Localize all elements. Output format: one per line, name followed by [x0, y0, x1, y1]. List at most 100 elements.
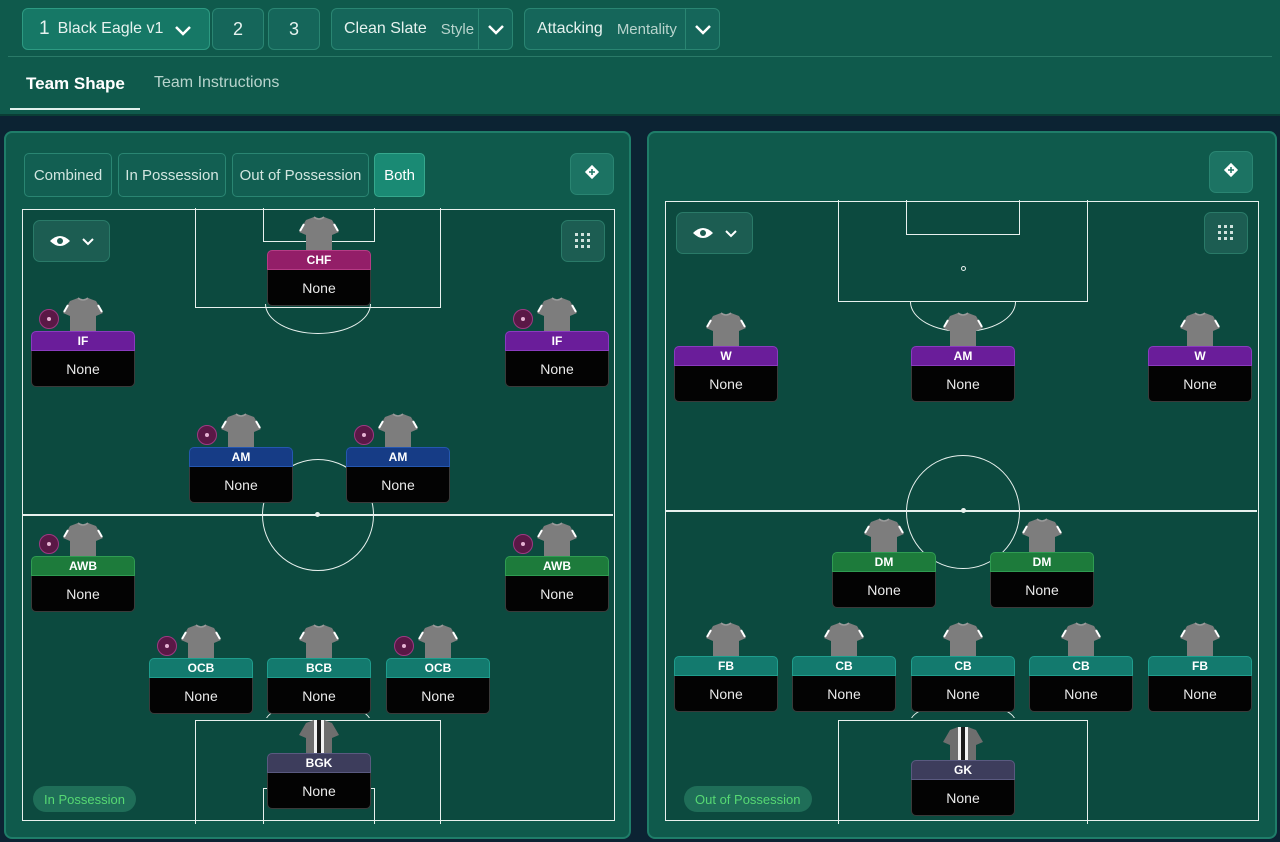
- view-toggle-button[interactable]: [33, 220, 110, 262]
- role-label[interactable]: IF: [505, 331, 609, 351]
- player-card-awb[interactable]: AWB None: [505, 522, 609, 636]
- player-card-am[interactable]: AM None: [346, 413, 450, 527]
- player-name[interactable]: None: [1148, 676, 1252, 712]
- segment-out-of-possession[interactable]: Out of Possession: [232, 153, 369, 197]
- player-card-cb[interactable]: CB None: [911, 622, 1015, 736]
- player-name[interactable]: None: [990, 572, 1094, 608]
- player-card-cb[interactable]: CB None: [1029, 622, 1133, 736]
- tab-team-shape[interactable]: Team Shape: [26, 74, 125, 94]
- tactic-slot-3[interactable]: 3: [268, 8, 320, 50]
- player-name[interactable]: None: [1148, 366, 1252, 402]
- role-label[interactable]: AWB: [505, 556, 609, 576]
- player-card-cb[interactable]: CB None: [792, 622, 896, 736]
- player-name[interactable]: None: [386, 678, 490, 714]
- tactic-selector[interactable]: 1 Black Eagle v1: [22, 8, 210, 50]
- instruction-indicator-icon[interactable]: [394, 636, 414, 656]
- player-name[interactable]: None: [505, 351, 609, 387]
- segment-both[interactable]: Both: [374, 153, 425, 197]
- player-name[interactable]: None: [31, 351, 135, 387]
- instruction-indicator-icon[interactable]: [39, 309, 59, 329]
- style-value: Clean Slate: [344, 20, 427, 37]
- view-toggle-button[interactable]: [676, 212, 753, 254]
- player-name[interactable]: None: [792, 676, 896, 712]
- role-label[interactable]: W: [674, 346, 778, 366]
- player-card-chf[interactable]: CHF None: [267, 216, 371, 330]
- player-name[interactable]: None: [267, 773, 371, 809]
- player-name[interactable]: None: [31, 576, 135, 612]
- player-shirt-icon: [942, 622, 984, 660]
- grid-toggle-button[interactable]: [1204, 212, 1248, 254]
- role-label[interactable]: OCB: [386, 658, 490, 678]
- instruction-indicator-icon[interactable]: [39, 534, 59, 554]
- segment-combined[interactable]: Combined: [24, 153, 112, 197]
- player-name[interactable]: None: [674, 676, 778, 712]
- instruction-indicator-icon[interactable]: [157, 636, 177, 656]
- mentality-dropdown[interactable]: Attacking Mentality: [524, 8, 720, 50]
- player-name[interactable]: None: [674, 366, 778, 402]
- role-label[interactable]: AM: [346, 447, 450, 467]
- role-label[interactable]: DM: [990, 552, 1094, 572]
- player-card-if[interactable]: IF None: [31, 297, 135, 411]
- instruction-indicator-icon[interactable]: [354, 425, 374, 445]
- player-card-bgk[interactable]: BGK None: [267, 720, 371, 833]
- role-label[interactable]: CB: [1029, 656, 1133, 676]
- player-name[interactable]: None: [346, 467, 450, 503]
- style-dropdown[interactable]: Clean Slate Style: [331, 8, 513, 50]
- player-name[interactable]: None: [1029, 676, 1133, 712]
- out-of-possession-panel: Out of Possession W None AM None W None DM None…: [647, 131, 1277, 839]
- role-label[interactable]: BCB: [267, 658, 371, 678]
- role-label[interactable]: BGK: [267, 753, 371, 773]
- player-name[interactable]: None: [267, 270, 371, 306]
- tactics-board-button[interactable]: [570, 153, 614, 195]
- role-label[interactable]: FB: [674, 656, 778, 676]
- player-card-w[interactable]: W None: [674, 312, 778, 426]
- tactics-board-button[interactable]: [1209, 151, 1253, 193]
- role-label[interactable]: CB: [792, 656, 896, 676]
- player-card-ocb[interactable]: OCB None: [149, 624, 253, 738]
- tab-team-instructions[interactable]: Team Instructions: [154, 74, 279, 92]
- instruction-indicator-icon[interactable]: [197, 425, 217, 445]
- instruction-indicator-icon[interactable]: [513, 534, 533, 554]
- player-name[interactable]: None: [832, 572, 936, 608]
- player-name[interactable]: None: [505, 576, 609, 612]
- player-name[interactable]: None: [149, 678, 253, 714]
- role-label[interactable]: CB: [911, 656, 1015, 676]
- player-card-dm[interactable]: DM None: [990, 518, 1094, 632]
- role-label[interactable]: FB: [1148, 656, 1252, 676]
- role-label[interactable]: DM: [832, 552, 936, 572]
- player-name[interactable]: None: [189, 467, 293, 503]
- role-label[interactable]: AWB: [31, 556, 135, 576]
- player-name[interactable]: None: [911, 676, 1015, 712]
- player-card-gk[interactable]: GK None: [911, 727, 1015, 840]
- segment-in-possession-label: In Possession: [125, 166, 219, 184]
- tactic-slot-2[interactable]: 2: [212, 8, 264, 50]
- grid-toggle-button[interactable]: [561, 220, 605, 262]
- role-label[interactable]: IF: [31, 331, 135, 351]
- player-name[interactable]: None: [911, 366, 1015, 402]
- player-card-fb[interactable]: FB None: [674, 622, 778, 736]
- role-label[interactable]: GK: [911, 760, 1015, 780]
- player-shirt-icon: [705, 312, 747, 350]
- role-label[interactable]: CHF: [267, 250, 371, 270]
- player-card-ocb[interactable]: OCB None: [386, 624, 490, 738]
- player-card-am[interactable]: AM None: [911, 312, 1015, 426]
- tactic-slot-3-label: 3: [288, 18, 299, 39]
- player-card-am[interactable]: AM None: [189, 413, 293, 527]
- player-card-awb[interactable]: AWB None: [31, 522, 135, 636]
- role-label[interactable]: OCB: [149, 658, 253, 678]
- player-name[interactable]: None: [911, 780, 1015, 816]
- role-label[interactable]: W: [1148, 346, 1252, 366]
- segment-in-possession[interactable]: In Possession: [118, 153, 226, 197]
- player-card-w[interactable]: W None: [1148, 312, 1252, 426]
- player-shirt-icon: [823, 622, 865, 660]
- player-card-if[interactable]: IF None: [505, 297, 609, 411]
- role-label[interactable]: AM: [189, 447, 293, 467]
- tactic-number: 1: [39, 18, 50, 39]
- player-card-dm[interactable]: DM None: [832, 518, 936, 632]
- instruction-indicator-icon[interactable]: [513, 309, 533, 329]
- role-label[interactable]: AM: [911, 346, 1015, 366]
- center-spot: [961, 508, 966, 513]
- player-shirt-icon: [536, 522, 578, 560]
- player-card-fb[interactable]: FB None: [1148, 622, 1252, 736]
- player-name[interactable]: None: [267, 678, 371, 714]
